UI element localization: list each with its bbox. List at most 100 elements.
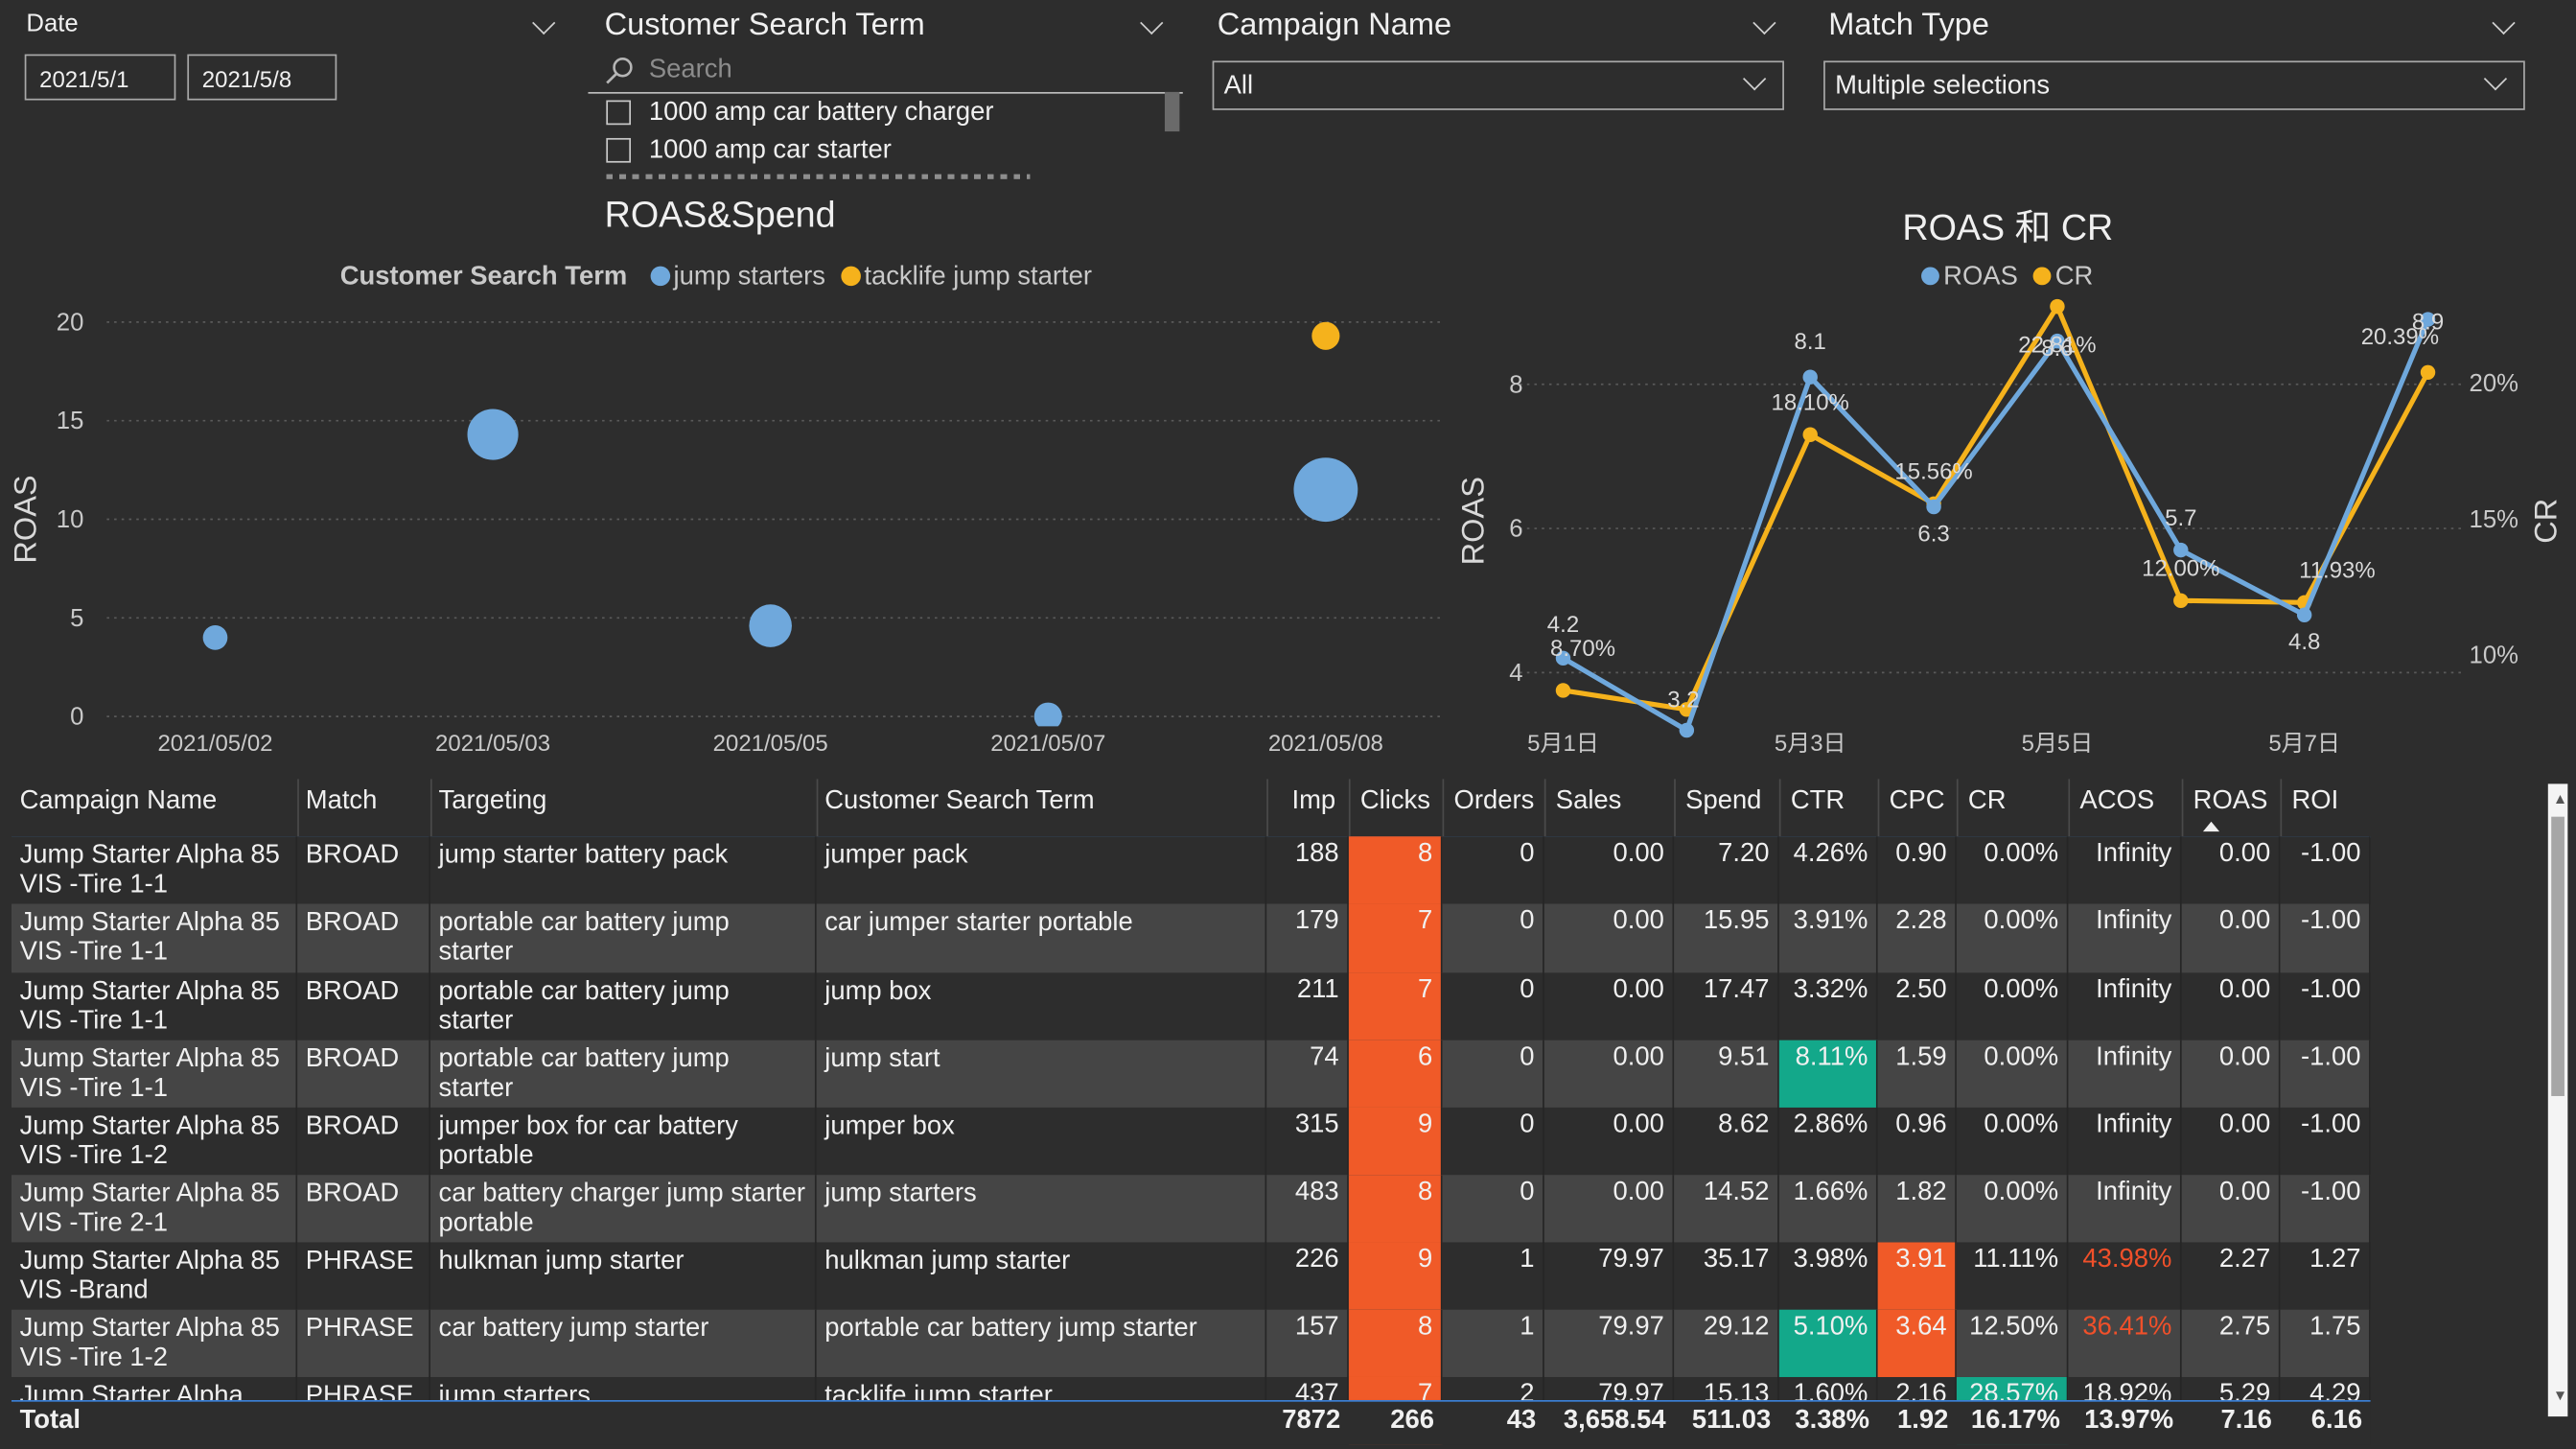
column-divider[interactable] [1543, 779, 1546, 837]
scatter-point[interactable] [202, 625, 228, 650]
legend-item[interactable]: tacklife jump starter [841, 260, 1092, 290]
column-header[interactable]: Campaign Name [20, 787, 218, 817]
column-divider[interactable] [816, 779, 819, 837]
legend-item[interactable]: jump starters [650, 260, 825, 290]
series-point[interactable] [1555, 683, 1571, 698]
column-header[interactable]: CPC [1890, 787, 1945, 817]
column-divider[interactable] [1877, 779, 1880, 837]
chevron-down-icon[interactable] [1140, 11, 1164, 35]
scatter-point[interactable] [467, 409, 519, 460]
checkbox[interactable] [606, 137, 632, 163]
table-cell: 0.00 [2182, 1040, 2281, 1108]
column-header[interactable]: ACOS [2079, 787, 2154, 817]
date-start-input[interactable]: 2021/5/1 [24, 54, 176, 101]
column-divider[interactable] [2068, 779, 2071, 837]
series-point[interactable] [1802, 427, 1818, 442]
table-row[interactable]: Jump Starter Alpha 85 VIS -Tire 1-2 BROAD… [11, 1107, 2371, 1176]
table-row[interactable]: Jump Starter Alpha 85 VIS -Tire 1-1 BROAD… [11, 1040, 2371, 1108]
date-end-input[interactable]: 2021/5/8 [187, 54, 337, 101]
table-row[interactable]: Jump Starter Alpha 85 VIS -Tire 1-1 BROAD… [11, 836, 2371, 904]
table-cell: 14.52 [1674, 1175, 1779, 1243]
table-cell: 1 [1443, 1309, 1544, 1377]
column-header[interactable]: Sales [1556, 787, 1622, 817]
total-cell: 13.97% [2084, 1406, 2174, 1435]
column-divider[interactable] [1348, 779, 1351, 837]
series-point[interactable] [2173, 593, 2189, 609]
column-divider[interactable] [1442, 779, 1445, 837]
search-term-option[interactable]: 1000 amp car battery charger [649, 99, 994, 129]
table-cell: 0.00 [1544, 1040, 1675, 1108]
table-row[interactable]: Jump Starter Alpha 85 VIS -Tire 2-1 BROAD… [11, 1175, 2371, 1243]
column-header[interactable]: Clicks [1360, 787, 1430, 817]
table-cell: -1.00 [2280, 1040, 2371, 1108]
chevron-down-icon[interactable] [1752, 11, 1776, 35]
y-tick-label: 0 [70, 704, 83, 731]
column-divider[interactable] [429, 779, 432, 837]
table-cell: 0.00 [1544, 836, 1675, 904]
table-row[interactable]: Jump Starter Alpha 85 VIS -Tire 1-1 BROAD… [11, 903, 2371, 973]
column-divider[interactable] [1956, 779, 1959, 837]
scatter-point[interactable] [749, 604, 792, 647]
table-cell: Infinity [2068, 972, 2182, 1040]
table-cell: 8.11% [1778, 1040, 1878, 1108]
series-point[interactable] [1926, 499, 1941, 515]
table-cell: car battery jump starter [430, 1309, 817, 1377]
series-point[interactable] [2296, 607, 2312, 622]
column-divider[interactable] [297, 779, 299, 837]
chevron-down-icon[interactable] [2492, 11, 2516, 35]
column-header[interactable]: Orders [1454, 787, 1535, 817]
legend-item[interactable]: CR [2032, 260, 2094, 290]
table-cell: 0.00 [2182, 836, 2281, 904]
table-row[interactable]: Jump Starter Alpha 85 VIS -Tire 1-2 PHRAS… [11, 1309, 2371, 1377]
column-divider[interactable] [2280, 779, 2283, 837]
table-scrollbar-thumb[interactable] [2551, 816, 2564, 1096]
table-cell: 3.91% [1779, 903, 1878, 973]
scroll-down-arrow-icon[interactable]: ▼ [2553, 1387, 2567, 1403]
series-point[interactable] [1802, 369, 1818, 385]
column-header[interactable]: Customer Search Term [824, 787, 1094, 817]
legend-item[interactable]: ROAS [1921, 260, 2018, 290]
column-header[interactable]: Match [306, 787, 378, 817]
column-header[interactable]: CR [1968, 787, 2007, 817]
table-scrollbar[interactable]: ▲ ▼ [2547, 783, 2568, 1417]
column-header[interactable]: Spend [1685, 787, 1761, 817]
series-point[interactable] [2420, 364, 2436, 380]
scatter-point[interactable] [1293, 457, 1358, 523]
table-cell: 74 [1266, 1040, 1349, 1108]
scatter-point[interactable] [1033, 702, 1062, 731]
table-row[interactable]: Jump Starter Alpha 85 VIS -Brand PHRASE hu… [11, 1242, 2371, 1310]
sort-ascending-icon[interactable] [2202, 821, 2220, 832]
table-cell: 157 [1266, 1309, 1349, 1377]
column-header[interactable]: Imp [1291, 787, 1335, 817]
search-term-option[interactable]: 1000 amp car starter [649, 136, 892, 166]
total-cell: 266 [1390, 1406, 1434, 1435]
chevron-down-icon[interactable] [532, 11, 556, 35]
total-cell: 6.16 [2310, 1406, 2363, 1435]
table-cell: Infinity [2068, 1040, 2182, 1108]
scatter-chart-title: ROAS&Spend [604, 194, 836, 236]
match-type-dropdown[interactable]: Multiple selections [1823, 60, 2525, 110]
column-divider[interactable] [1674, 779, 1676, 837]
series-point[interactable] [2050, 298, 2065, 315]
campaign-dropdown[interactable]: All [1212, 60, 1784, 110]
search-term-search-input[interactable]: Search [588, 49, 1183, 94]
scroll-up-arrow-icon[interactable]: ▲ [2553, 790, 2567, 806]
scatter-point[interactable] [1311, 321, 1340, 350]
table-row[interactable]: Jump Starter Alpha 85 VIS -Tire 1-1 BROAD… [11, 972, 2371, 1040]
table-cell: jumper box for car battery portable [430, 1107, 817, 1176]
column-header[interactable]: ROI [2291, 787, 2338, 817]
column-divider[interactable] [2181, 779, 2184, 837]
series-point[interactable] [1679, 722, 1695, 738]
column-divider[interactable] [1266, 779, 1268, 837]
table-cell: BROAD [297, 836, 430, 904]
column-header[interactable]: Targeting [439, 787, 547, 817]
table-cell: 3.91 [1877, 1242, 1957, 1310]
checkbox[interactable] [606, 100, 632, 126]
table-cell: 211 [1266, 972, 1349, 1040]
column-header[interactable]: ROAS [2193, 787, 2268, 817]
search-term-scrollbar[interactable] [1164, 91, 1180, 132]
table-cell: 79.97 [1544, 1242, 1675, 1310]
column-divider[interactable] [1778, 779, 1781, 837]
date-slicer-title: Date [26, 10, 79, 38]
column-header[interactable]: CTR [1791, 787, 1845, 817]
